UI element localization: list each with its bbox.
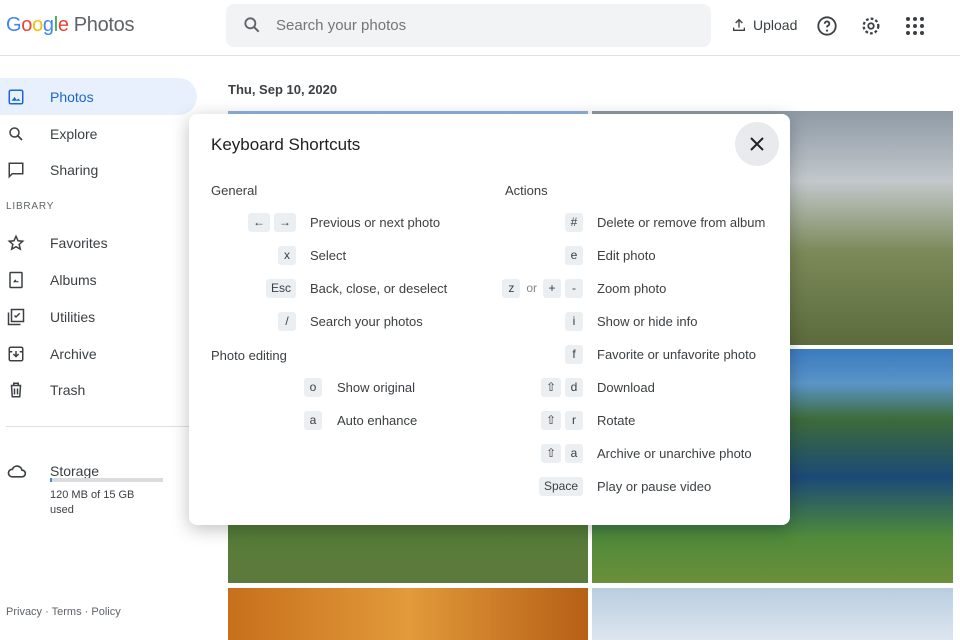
key-cap: f [565, 344, 583, 364]
shortcut-row: ⇧ r Rotate [189, 410, 790, 430]
terms-link[interactable]: Terms [52, 606, 82, 618]
shortcut-label: Show or hide info [597, 313, 698, 329]
shortcut-keys: z or + - [502, 278, 583, 298]
shortcut-label: Favorite or unfavorite photo [597, 346, 756, 362]
search-icon [0, 125, 50, 143]
album-icon [0, 271, 50, 289]
key-cap: - [565, 278, 583, 298]
privacy-link[interactable]: Privacy [6, 606, 42, 618]
storage-progress-bar [50, 478, 163, 482]
upload-icon [733, 18, 745, 31]
sidebar-item-sharing[interactable]: Sharing [0, 151, 197, 188]
key-cap: r [565, 410, 583, 430]
date-heading: Thu, Sep 10, 2020 [228, 82, 338, 97]
google-photos-logo[interactable]: Google Photos [6, 14, 135, 37]
shortcut-keys: # [565, 212, 583, 232]
upload-button[interactable]: Upload [731, 17, 797, 33]
key-cap: Space [538, 476, 583, 496]
shortcut-keys: Space [538, 476, 583, 496]
key-cap: z [502, 278, 521, 298]
shortcut-keys: ⇧ d [540, 377, 583, 397]
keyboard-shortcuts-dialog: Keyboard Shortcuts General Photo editing… [189, 114, 790, 525]
apps-grid-icon[interactable] [905, 16, 925, 36]
shortcut-keys: ⇧ a [540, 443, 583, 463]
shortcut-keys: ⇧ r [540, 410, 583, 430]
sidebar-divider [6, 426, 190, 427]
key-cap: e [565, 245, 583, 265]
key-cap: d [565, 377, 583, 397]
sidebar-item-trash[interactable]: Trash [0, 371, 197, 408]
close-icon [750, 137, 764, 151]
or-text: or [526, 281, 537, 295]
sidebar-item-utilities[interactable]: Utilities [0, 298, 197, 335]
shortcut-label: Rotate [597, 412, 636, 428]
key-cap: a [565, 443, 583, 463]
star-icon [0, 233, 50, 252]
shortcut-row: e Edit photo [189, 245, 790, 265]
close-button[interactable] [735, 122, 779, 166]
shortcut-label: Download [597, 379, 655, 395]
section-general: General [211, 183, 258, 198]
cloud-icon [0, 462, 50, 480]
photo-thumbnail[interactable] [228, 588, 588, 640]
section-actions: Actions [505, 183, 548, 198]
utilities-check-icon [0, 308, 50, 326]
photo-icon [0, 88, 50, 106]
shortcut-row: ⇧ a Archive or unarchive photo [189, 443, 790, 463]
shortcut-row: f Favorite or unfavorite photo [189, 344, 790, 364]
sidebar-item-favorites[interactable]: Favorites [0, 224, 197, 261]
settings-gear-icon[interactable] [860, 15, 882, 37]
sidebar-item-explore[interactable]: Explore [0, 115, 197, 152]
shortcut-label: Archive or unarchive photo [597, 445, 752, 461]
shortcut-label: Play or pause video [597, 478, 712, 494]
key-cap: # [565, 212, 583, 232]
key-cap: ⇧ [540, 443, 561, 463]
chat-bubble-icon [0, 161, 50, 179]
shortcut-keys: i [565, 311, 583, 331]
sidebar-item-photos[interactable]: Photos [0, 78, 197, 115]
shortcut-row: Space Play or pause video [189, 476, 790, 496]
policy-link[interactable]: Policy [91, 606, 120, 618]
footer-links: Privacy · Terms · Policy [6, 606, 121, 618]
key-cap: + [543, 278, 561, 298]
shortcut-label: Zoom photo [597, 280, 667, 296]
shortcut-row: # Delete or remove from album [189, 212, 790, 232]
search-icon[interactable] [242, 15, 262, 35]
key-cap: ⇧ [540, 377, 561, 397]
shortcut-keys: f [565, 344, 583, 364]
sidebar-item-storage[interactable]: Storage [0, 452, 197, 489]
shortcut-row: ⇧ d Download [189, 377, 790, 397]
sidebar-item-archive[interactable]: Archive [0, 335, 197, 372]
shortcut-keys: e [565, 245, 583, 265]
trash-icon [0, 381, 50, 399]
upload-label: Upload [753, 17, 798, 33]
search-bar[interactable] [226, 4, 711, 47]
shortcut-label: Edit photo [597, 247, 656, 263]
search-input[interactable] [276, 4, 696, 47]
dialog-title: Keyboard Shortcuts [211, 135, 361, 154]
shortcut-label: Delete or remove from album [597, 214, 766, 230]
storage-usage-text: 120 MB of 15 GB used [50, 489, 135, 516]
key-cap: i [565, 311, 583, 331]
library-heading: LIBRARY [6, 201, 55, 212]
photo-thumbnail[interactable] [592, 588, 953, 640]
shortcut-row: z or + - Zoom photo [189, 278, 790, 298]
archive-icon [0, 345, 50, 363]
top-bar: GooglePhotos Upload [0, 0, 960, 56]
key-cap: ⇧ [540, 410, 561, 430]
shortcut-row: i Show or hide info [189, 311, 790, 331]
help-icon[interactable] [816, 15, 838, 37]
sidebar-item-albums[interactable]: Albums [0, 261, 197, 298]
